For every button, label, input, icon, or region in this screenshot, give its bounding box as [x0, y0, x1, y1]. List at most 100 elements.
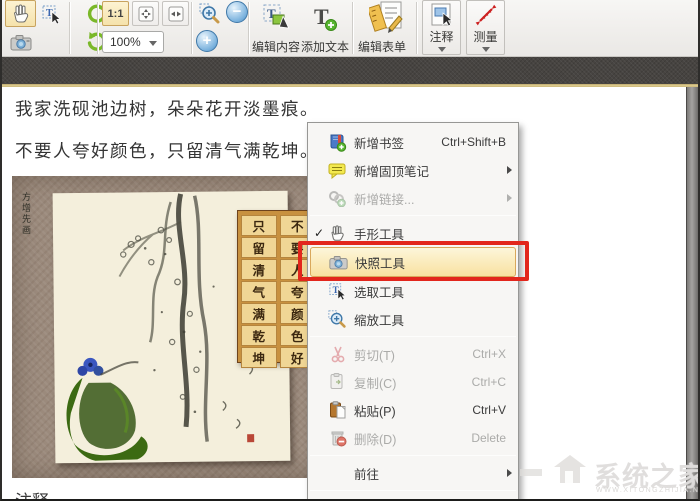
menu-separator	[310, 455, 516, 456]
bookmark-icon	[326, 132, 349, 152]
edit-form-label: 编辑表单	[358, 38, 406, 55]
vertical-scrollbar[interactable]	[686, 87, 698, 501]
select-text-icon: T	[42, 4, 62, 24]
comment-dropdown-button[interactable]: 注释	[422, 0, 461, 55]
select-icon: T	[326, 281, 349, 301]
edit-form-icon	[369, 0, 405, 34]
hand-icon	[11, 4, 31, 24]
hand-tool-button[interactable]	[5, 0, 36, 27]
menu-item-label: 新增固顶笔记	[354, 161, 429, 180]
menu-item-label: 剪切(T)	[354, 345, 395, 364]
checkmark-icon: ✓	[314, 226, 326, 240]
minus-icon: −	[226, 1, 248, 23]
hand-icon	[326, 223, 349, 243]
menu-item-删除D: 删除(D)Delete	[308, 424, 518, 452]
edit-content-button[interactable]: T	[258, 2, 294, 34]
calligraphy-char: 清	[241, 259, 277, 280]
toolbar-separator	[97, 2, 98, 54]
poem-line-2: 不要人夸好颜色，只留清气满乾坤。	[15, 138, 319, 163]
menu-separator	[310, 336, 516, 337]
watermark-house-icon	[548, 449, 588, 489]
menu-item-新增固顶笔记[interactable]: 新增固顶笔记	[308, 156, 518, 184]
zoom-in-button[interactable]: +	[196, 30, 218, 52]
calligraphy-char: 只	[241, 215, 277, 236]
menu-item-label: 选取工具	[354, 282, 404, 301]
menu-item-label: 粘贴(P)	[354, 401, 396, 420]
toolbar: T 1:1 100% −	[2, 0, 698, 57]
menu-item-剪切T: 剪切(T) Ctrl+X	[308, 340, 518, 368]
menu-item-label: 缩放工具	[354, 310, 404, 329]
actual-size-label: 1:1	[108, 8, 124, 20]
edit-form-button[interactable]	[367, 0, 407, 34]
calligraphy-char: 乾	[241, 325, 277, 346]
submenu-arrow-icon	[507, 194, 512, 202]
select-text-button[interactable]: T	[38, 0, 65, 27]
fit-page-button[interactable]	[132, 1, 159, 26]
watermark-subtext: WWW.XITONGZHIJIA.NET	[596, 487, 700, 494]
menu-item-缩放工具[interactable]: 缩放工具	[308, 305, 518, 333]
menu-item-新增书签[interactable]: 新增书签Ctrl+Shift+B	[308, 128, 518, 156]
link-icon	[326, 188, 349, 208]
menu-item-shortcut: Ctrl+Shift+B	[441, 135, 506, 149]
edit-content-icon: T	[261, 3, 291, 33]
window-dark-band	[2, 57, 698, 84]
zoom-level-value: 100%	[110, 35, 141, 49]
zoom-level-select[interactable]: 100%	[102, 31, 164, 53]
menu-separator	[310, 490, 516, 491]
calligraphy-char: 气	[241, 281, 277, 302]
toolbar-separator	[416, 2, 417, 54]
paste-icon	[326, 400, 349, 420]
menu-item-label: 复制(C)	[354, 373, 396, 392]
menu-item-shortcut: Delete	[471, 431, 506, 445]
snapshot-button[interactable]	[5, 30, 36, 55]
menu-item-选取工具[interactable]: T 选取工具	[308, 277, 518, 305]
menu-item-label: 手形工具	[354, 224, 404, 243]
chevron-down-icon	[438, 47, 446, 52]
watermark-dash	[520, 469, 542, 476]
fit-width-icon	[167, 5, 185, 23]
menu-separator	[310, 215, 516, 216]
copy-icon	[326, 372, 349, 392]
svg-text:T: T	[332, 285, 338, 295]
fit-width-button[interactable]	[162, 1, 189, 26]
context-menu: 新增书签Ctrl+Shift+B新增固顶笔记新增链接...✓手形工具快照工具T选…	[307, 122, 519, 501]
red-highlight-box	[298, 241, 529, 281]
menu-item-复制C: 复制(C) Ctrl+C	[308, 368, 518, 396]
toolbar-separator	[248, 2, 249, 54]
menu-item-label: 新增链接...	[354, 189, 414, 208]
fit-page-icon	[137, 5, 155, 23]
add-text-icon: T	[308, 3, 338, 33]
zoomtool-icon	[326, 309, 349, 329]
chevron-down-icon	[149, 41, 157, 46]
calligraphy-char: 满	[241, 303, 277, 324]
submenu-arrow-icon	[507, 166, 512, 174]
plus-icon: +	[196, 30, 218, 52]
magnifier-icon	[199, 3, 221, 25]
annotation-heading: 注释	[15, 487, 49, 501]
artist-signature: 方增先画	[20, 192, 33, 236]
marquee-zoom-button[interactable]	[196, 0, 224, 27]
menu-item-shortcut: Ctrl+V	[472, 403, 506, 417]
edit-content-label: 编辑内容	[252, 38, 300, 55]
camera-icon	[10, 34, 32, 51]
no-icon	[326, 463, 349, 483]
actual-size-button[interactable]: 1:1	[102, 1, 129, 26]
calligraphy-char: 坤	[241, 347, 277, 368]
menu-item-打印P[interactable]: 打印(P)...Ctrl+P	[308, 494, 518, 501]
menu-item-粘贴P[interactable]: 粘贴(P) Ctrl+V	[308, 396, 518, 424]
measure-dropdown-button[interactable]: 测量	[466, 0, 505, 55]
comment-label: 注释	[429, 28, 453, 45]
menu-item-前往[interactable]: 前往	[308, 459, 518, 487]
calligraphy-char: 留	[241, 237, 277, 258]
note-icon	[326, 160, 349, 180]
menu-item-shortcut: Ctrl+C	[472, 375, 506, 389]
watermark: 系统之家 WWW.XITONGZHIJIA.NET	[520, 447, 700, 499]
calligraphy-column: 只留清气满乾坤	[241, 215, 277, 358]
measure-icon	[474, 3, 498, 27]
delete-icon	[326, 428, 349, 448]
add-text-button[interactable]: T	[305, 2, 341, 34]
menu-item-label: 前往	[354, 464, 379, 483]
menu-item-shortcut: Ctrl+X	[472, 347, 506, 361]
zoom-out-button[interactable]: −	[226, 1, 248, 23]
comment-icon	[429, 3, 455, 27]
